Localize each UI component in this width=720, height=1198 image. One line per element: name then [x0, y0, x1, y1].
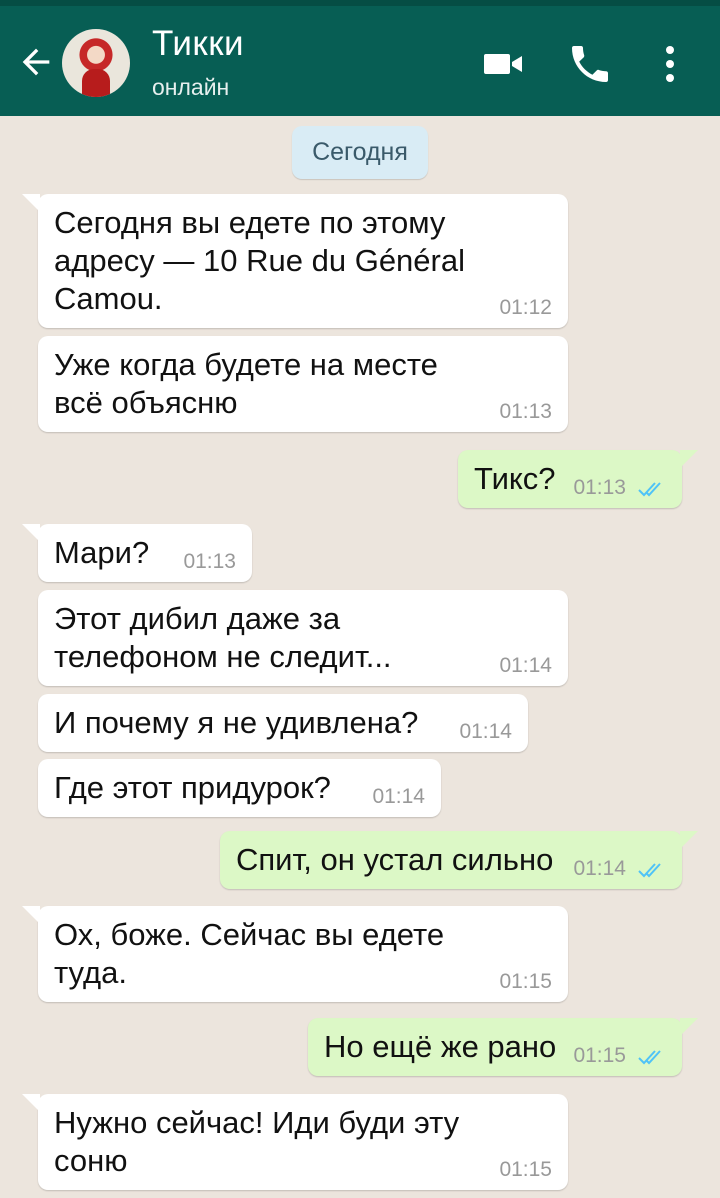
message-list[interactable]: Сегодня Сегодня вы едете по этому адресу… [0, 116, 720, 1198]
phone-icon[interactable] [566, 40, 614, 88]
date-separator-row: Сегодня [0, 126, 720, 179]
message-time: 01:15 [499, 970, 552, 993]
message-text: Уже когда будете на месте всё объясню [54, 347, 438, 420]
chat-header: Тикки онлайн [0, 6, 720, 116]
message-bubble-incoming[interactable]: Ох, боже. Сейчас вы едете туда. 01:15 [22, 906, 568, 1002]
message-text: Ох, боже. Сейчас вы едете туда. [54, 917, 445, 990]
message-time: 01:12 [499, 296, 552, 319]
arrow-left-icon[interactable] [16, 42, 56, 82]
message-text: Нужно сейчас! Иди буди эту соню [54, 1105, 460, 1178]
message-time: 01:14 [459, 720, 512, 743]
message-time: 01:13 [499, 400, 552, 423]
message-bubble-incoming[interactable]: Сегодня вы едете по этому адресу — 10 Ru… [22, 194, 568, 328]
message-time: 01:14 [573, 857, 626, 880]
message-time: 01:14 [372, 785, 425, 808]
message-text: И почему я не удивлена? [54, 705, 419, 740]
message-time: 01:14 [499, 654, 552, 677]
message-time: 01:15 [499, 1158, 552, 1181]
message-time: 01:13 [183, 550, 236, 573]
message-text: Где этот придурок? [54, 770, 331, 805]
contact-name[interactable]: Тикки [152, 24, 244, 64]
message-bubble-outgoing[interactable]: Но ещё же рано 01:15 [308, 1018, 698, 1076]
double-check-icon [638, 482, 661, 497]
message-bubble-outgoing[interactable]: Тикс? 01:13 [458, 450, 698, 508]
contact-status: онлайн [152, 74, 230, 100]
double-check-icon [638, 1050, 661, 1065]
message-bubble-incoming[interactable]: И почему я не удивлена? 01:14 [38, 694, 528, 752]
avatar[interactable] [62, 29, 130, 97]
message-text: Сегодня вы едете по этому адресу — 10 Ru… [54, 205, 465, 316]
message-bubble-incoming[interactable]: Уже когда будете на месте всё объясню 01… [38, 336, 568, 432]
message-bubble-incoming[interactable]: Где этот придурок? 01:14 [38, 759, 441, 817]
double-check-icon [638, 863, 661, 878]
message-time: 01:15 [573, 1044, 626, 1067]
message-text: Этот дибил даже за телефоном не следит..… [54, 601, 392, 674]
message-bubble-incoming[interactable]: Нужно сейчас! Иди буди эту соню 01:15 [22, 1094, 568, 1190]
date-separator: Сегодня [292, 126, 428, 179]
message-bubble-incoming[interactable]: Мари? 01:13 [22, 524, 252, 582]
more-vert-icon[interactable] [646, 40, 694, 88]
message-time: 01:13 [573, 476, 626, 499]
message-bubble-outgoing[interactable]: Спит, он устал сильно 01:14 [220, 831, 698, 889]
message-bubble-incoming[interactable]: Этот дибил даже за телефоном не следит..… [38, 590, 568, 686]
video-call-icon[interactable] [480, 40, 528, 88]
